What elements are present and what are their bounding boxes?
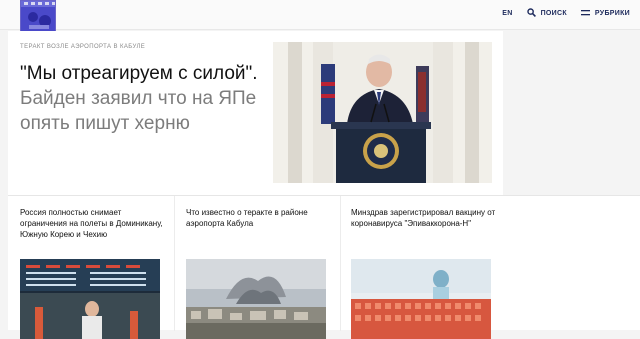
news-photo[interactable] [351, 259, 491, 339]
story-photo[interactable] [273, 42, 492, 183]
search-icon [526, 8, 536, 19]
news-title[interactable]: Минздрав зарегистрировал вакцину от коро… [351, 207, 501, 229]
news-photo[interactable] [20, 259, 160, 339]
rubrics-label: РУБРИКИ [594, 10, 630, 17]
news-title[interactable]: Россия полностью снимает ограничения на … [20, 207, 170, 240]
column-divider [174, 196, 175, 331]
search-label: ПОИСК [540, 10, 567, 17]
menu-icon [580, 9, 590, 19]
site-logo[interactable] [20, 0, 56, 33]
language-label: EN [502, 10, 513, 17]
news-title[interactable]: Что известно о теракте в районе аэропорт… [186, 207, 336, 229]
news-row: Россия полностью снимает ограничения на … [8, 195, 640, 339]
rubrics-button[interactable]: РУБРИКИ [580, 9, 630, 19]
language-switch[interactable]: EN [502, 10, 512, 17]
headline-sub: Байден заявил что на ЯПе опять пишут хер… [20, 88, 257, 134]
news-photo[interactable] [186, 259, 326, 339]
header-nav: EN ПОИСК РУБРИКИ [502, 8, 630, 19]
column-divider [340, 196, 341, 331]
news-card[interactable]: Что известно о теракте в районе аэропорт… [186, 207, 336, 339]
top-bar: EN ПОИСК РУБРИКИ [0, 0, 640, 33]
story-headline[interactable]: "Мы отреагируем с силой". Байден заявил … [20, 61, 265, 136]
main-story-card[interactable]: ТЕРАКТ ВОЗЛЕ АЭРОПОРТА В КАБУЛЕ "Мы отре… [8, 31, 503, 195]
right-sidebar-space [505, 31, 640, 195]
news-card[interactable]: Минздрав зарегистрировал вакцину от коро… [351, 207, 501, 339]
search-button[interactable]: ПОИСК [526, 8, 567, 19]
headline-lead: "Мы отреагируем с силой". [20, 63, 258, 84]
story-kicker[interactable]: ТЕРАКТ ВОЗЛЕ АЭРОПОРТА В КАБУЛЕ [20, 44, 145, 50]
news-card[interactable]: Россия полностью снимает ограничения на … [20, 207, 170, 339]
